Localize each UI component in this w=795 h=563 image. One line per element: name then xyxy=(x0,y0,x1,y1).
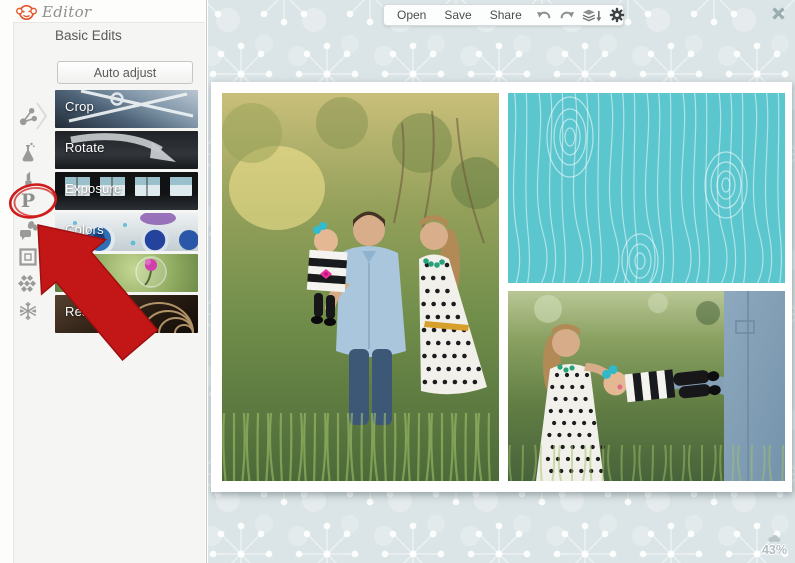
top-toolbar: Open Save Share xyxy=(383,4,624,26)
menu-item-colors[interactable]: Colors xyxy=(55,213,198,251)
menu-item-label: Rotate xyxy=(65,140,105,155)
text-tab[interactable]: P xyxy=(16,188,40,214)
close-icon[interactable] xyxy=(771,6,786,21)
flatten-layers-icon[interactable] xyxy=(582,8,602,23)
zoom-level: 43% xyxy=(761,543,787,557)
selected-tab-notch xyxy=(36,102,48,130)
share-button[interactable]: Share xyxy=(481,5,531,25)
menu-item-label: Crop xyxy=(65,99,94,114)
effects-tab[interactable] xyxy=(16,140,40,164)
collage-swatch-woodgrain[interactable] xyxy=(508,93,785,283)
overlays-icon xyxy=(19,220,38,240)
frames-icon xyxy=(19,248,37,266)
app-logo: Editor xyxy=(16,2,91,22)
swing-baby-art xyxy=(508,291,785,481)
canvas-workspace: Open Save Share 43% xyxy=(208,0,795,563)
family-portrait-art xyxy=(222,93,499,481)
app-title: Editor xyxy=(42,3,92,21)
sidebar-panel: Editor Basic Edits Auto adjust Crop Rota… xyxy=(0,0,207,563)
zoom-indicator[interactable]: 43% xyxy=(762,534,787,557)
panel-title: Basic Edits xyxy=(55,28,122,43)
toolbar-icon-group xyxy=(536,7,625,23)
text-p-icon: P xyxy=(20,189,36,212)
menu-item-label: Colors xyxy=(65,222,104,237)
collage-photo-swing[interactable] xyxy=(508,291,785,481)
menu-item-label: Resize xyxy=(65,304,106,319)
menu-item-resize[interactable]: Resize xyxy=(55,295,198,333)
picmonkey-editor-window: Editor Basic Edits Auto adjust Crop Rota… xyxy=(0,0,795,563)
redo-icon[interactable] xyxy=(559,8,575,22)
flower-sphere-thumbnail-art xyxy=(135,256,167,288)
undo-icon[interactable] xyxy=(536,8,552,22)
auto-adjust-button[interactable]: Auto adjust xyxy=(57,61,193,84)
textures-tab[interactable] xyxy=(16,272,40,296)
zoom-handle-icon xyxy=(768,535,781,543)
touchup-lipstick-icon xyxy=(25,171,32,187)
save-button[interactable]: Save xyxy=(435,5,480,25)
settings-gear-icon[interactable] xyxy=(609,7,625,23)
effects-flask-icon xyxy=(22,142,35,162)
menu-item-exposure[interactable]: Exposure xyxy=(55,172,198,210)
menu-item-sharpen[interactable] xyxy=(55,254,198,292)
woodgrain-pattern-art xyxy=(508,93,785,283)
menu-item-crop[interactable]: Crop xyxy=(55,90,198,128)
collage-card[interactable] xyxy=(211,82,792,492)
basic-edits-menu: Crop Rotate Exposure Colors Resize xyxy=(55,90,198,336)
menu-item-label: Exposure xyxy=(65,181,122,196)
picmonkey-monkey-icon xyxy=(16,4,37,20)
menu-item-rotate[interactable]: Rotate xyxy=(55,131,198,169)
textures-icon xyxy=(18,275,36,292)
collage-photo-family[interactable] xyxy=(222,93,499,481)
open-button[interactable]: Open xyxy=(388,5,435,25)
overlays-tab[interactable] xyxy=(16,218,40,242)
themes-snowflake-icon xyxy=(19,302,37,320)
themes-tab[interactable] xyxy=(16,299,40,323)
frames-tab[interactable] xyxy=(16,245,40,269)
